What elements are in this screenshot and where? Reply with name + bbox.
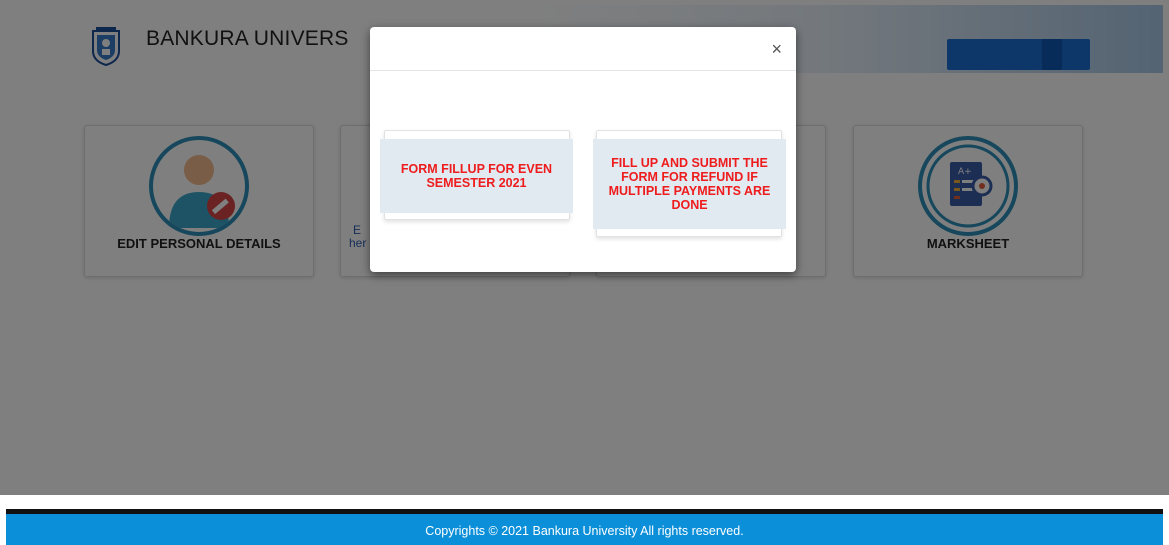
options-modal: × FORM FILLUP FOR EVEN SEMESTER 2021 FIL…	[370, 27, 796, 272]
close-icon[interactable]: ×	[771, 40, 782, 58]
copyright-text: Copyrights © 2021 Bankura University All…	[425, 524, 744, 538]
footer: Copyrights © 2021 Bankura University All…	[6, 514, 1163, 545]
modal-header: ×	[370, 27, 796, 71]
refund-form-option[interactable]: FILL UP AND SUBMIT THE FORM FOR REFUND I…	[593, 130, 786, 237]
form-fillup-option[interactable]: FORM FILLUP FOR EVEN SEMESTER 2021	[380, 130, 573, 220]
page: BANKURA UNIVERS EDIT PERSONAL DETAILS E	[0, 0, 1169, 545]
form-fillup-label[interactable]: FORM FILLUP FOR EVEN SEMESTER 2021	[380, 139, 573, 213]
refund-form-label[interactable]: FILL UP AND SUBMIT THE FORM FOR REFUND I…	[593, 139, 786, 229]
